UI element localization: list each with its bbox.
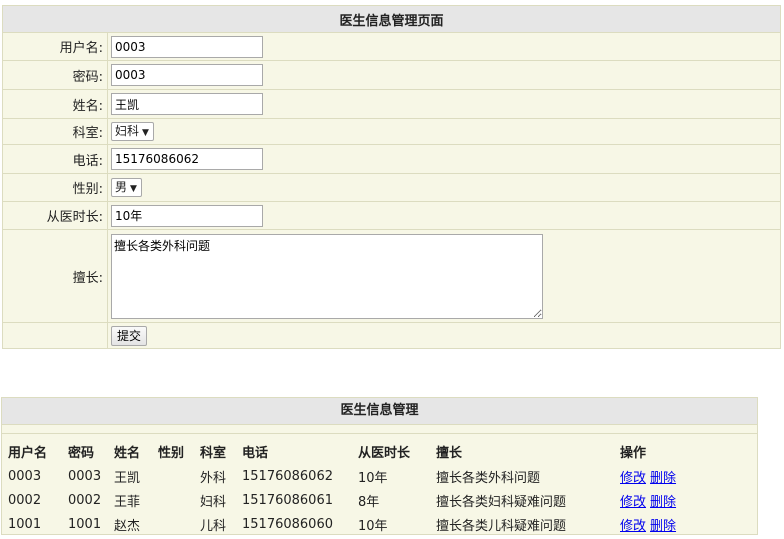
column-header-years: 从医时长 — [358, 445, 411, 461]
cell-phone: 15176086062 — [242, 468, 333, 484]
cell-actions: 修改 删除 — [618, 464, 686, 488]
cell-password: 1001 — [68, 516, 102, 532]
cell-name: 赵杰 — [114, 518, 141, 534]
cell-years: 10年 — [358, 518, 388, 534]
cell-username: 0002 — [8, 492, 42, 508]
delete-link[interactable]: 删除 — [650, 495, 676, 510]
cell-username: 0003 — [8, 468, 42, 484]
cell-phone: 15176086060 — [242, 516, 333, 532]
submit-label-cell — [2, 322, 108, 349]
gender-select-value: 男 — [115, 180, 128, 194]
column-header-username: 用户名 — [8, 445, 48, 461]
doctor-list-panel: 医生信息管理 用户名 密码 姓名 性别 科室 电话 从医时长 擅长 操作 000… — [1, 397, 758, 535]
list-title: 医生信息管理 — [2, 398, 757, 425]
cell-specialty: 擅长各类外科问题 — [436, 470, 541, 486]
column-header-specialty: 擅长 — [436, 445, 463, 461]
cell-years: 10年 — [358, 470, 388, 486]
cell-gender — [156, 488, 198, 512]
cell-username: 1001 — [8, 516, 42, 532]
doctor-form: 医生信息管理页面 用户名: 密码: 姓名: 科室: 妇科▼ 电话: 性别: 男▼… — [2, 5, 781, 349]
chevron-down-icon: ▼ — [130, 184, 137, 194]
specialty-textarea[interactable]: 擅长各类外科问题 — [111, 233, 543, 319]
username-input[interactable] — [111, 35, 263, 58]
name-input[interactable] — [111, 93, 263, 115]
gender-select[interactable]: 男 ▼ — [111, 178, 142, 197]
department-label: 科室: — [2, 118, 108, 145]
column-header-gender: 性别 — [158, 445, 185, 461]
phone-label: 电话: — [2, 144, 108, 174]
column-header-name: 姓名 — [114, 445, 141, 461]
column-header-actions: 操作 — [620, 445, 647, 461]
cell-years: 8年 — [358, 494, 380, 510]
department-select[interactable]: 妇科 ▼ — [111, 122, 154, 141]
cell-password: 0003 — [68, 468, 102, 484]
edit-link[interactable]: 修改 — [620, 471, 646, 486]
table-row: 0002 0002 王菲 妇科 15176086061 8年 擅长各类妇科疑难问… — [6, 488, 686, 512]
specialty-label: 擅长: — [2, 229, 108, 323]
years-label: 从医时长: — [2, 201, 108, 230]
column-header-phone: 电话 — [242, 445, 269, 461]
cell-department: 外科 — [200, 470, 227, 486]
form-title: 医生信息管理页面 — [2, 5, 781, 33]
gender-label: 性别: — [2, 173, 108, 202]
username-label: 用户名: — [2, 32, 108, 61]
table-row: 1001 1001 赵杰 儿科 15176086060 10年 擅长各类儿科疑难… — [6, 512, 686, 536]
table-header-row: 用户名 密码 姓名 性别 科室 电话 从医时长 擅长 操作 — [6, 434, 686, 464]
delete-link[interactable]: 删除 — [650, 519, 676, 534]
column-header-password: 密码 — [68, 445, 95, 461]
submit-button[interactable]: 提交 — [111, 325, 148, 346]
cell-actions: 修改 删除 — [618, 488, 686, 512]
cell-department: 妇科 — [200, 494, 227, 510]
phone-input[interactable] — [111, 148, 263, 170]
list-divider — [2, 425, 757, 434]
cell-phone: 15176086061 — [242, 492, 333, 508]
table-row: 0003 0003 王凯 外科 15176086062 10年 擅长各类外科问题… — [6, 464, 686, 488]
edit-link[interactable]: 修改 — [620, 519, 646, 534]
doctor-table: 用户名 密码 姓名 性别 科室 电话 从医时长 擅长 操作 0003 0003 … — [6, 434, 686, 536]
cell-gender — [156, 464, 198, 488]
years-input[interactable] — [111, 204, 263, 227]
cell-name: 王凯 — [114, 470, 141, 486]
name-label: 姓名: — [2, 89, 108, 119]
department-select-value: 妇科 — [115, 124, 140, 138]
password-label: 密码: — [2, 60, 108, 90]
edit-link[interactable]: 修改 — [620, 495, 646, 510]
delete-link[interactable]: 删除 — [650, 471, 676, 486]
cell-specialty: 擅长各类儿科疑难问题 — [436, 518, 567, 534]
cell-actions: 修改 删除 — [618, 512, 686, 536]
password-input[interactable] — [111, 64, 263, 86]
cell-specialty: 擅长各类妇科疑难问题 — [436, 494, 567, 510]
cell-name: 王菲 — [114, 494, 141, 510]
chevron-down-icon: ▼ — [142, 128, 149, 138]
cell-gender — [156, 512, 198, 536]
cell-department: 儿科 — [200, 518, 227, 534]
column-header-department: 科室 — [200, 445, 227, 461]
cell-password: 0002 — [68, 492, 102, 508]
